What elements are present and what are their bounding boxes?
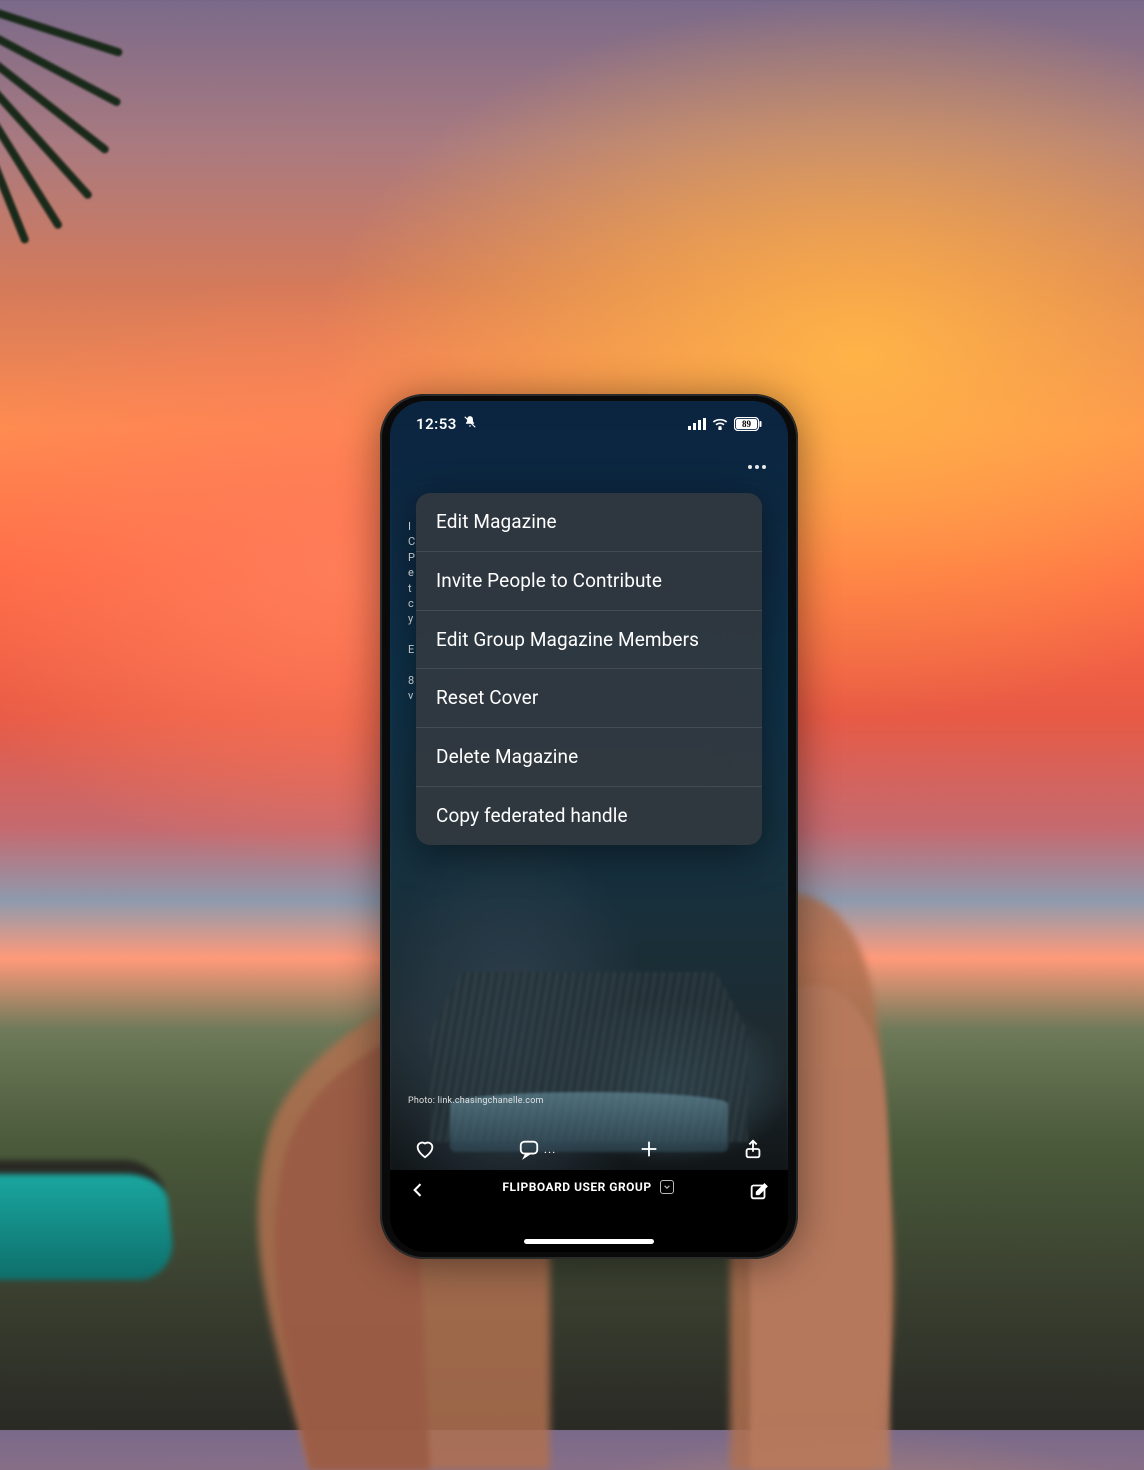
back-icon (408, 1180, 428, 1200)
home-indicator[interactable] (524, 1239, 654, 1244)
like-button[interactable] (414, 1138, 436, 1160)
add-button[interactable] (638, 1138, 660, 1160)
comment-ellipsis: ... (544, 1142, 557, 1156)
status-time: 12:53 (416, 415, 457, 433)
more-horizontal-icon[interactable] (742, 459, 772, 475)
chevron-down-icon (660, 1180, 674, 1194)
app-header (390, 453, 788, 481)
compose-icon (748, 1180, 770, 1202)
bell-slash-icon (463, 415, 477, 433)
comment-icon (518, 1138, 540, 1160)
share-button[interactable] (742, 1138, 764, 1160)
phone-device-frame: I C P e t c y E 8 v 12:53 (380, 394, 798, 1259)
magazine-title-dropdown[interactable]: FLIPBOARD USER GROUP (502, 1180, 673, 1194)
photo-credit: Photo: link.chasingchanelle.com (408, 1096, 544, 1106)
menu-item-reset-cover[interactable]: Reset Cover (416, 669, 762, 728)
share-icon (742, 1138, 764, 1160)
battery-percent-text: 89 (742, 419, 752, 429)
battery-icon: 89 (734, 417, 762, 431)
menu-item-copy-federated-handle[interactable]: Copy federated handle (416, 787, 762, 845)
boat (0, 1160, 176, 1280)
back-button[interactable] (408, 1180, 428, 1204)
cellular-icon (688, 418, 706, 430)
context-menu: Edit Magazine Invite People to Contribut… (416, 493, 762, 845)
action-bar: ... (390, 1124, 788, 1174)
menu-item-edit-magazine[interactable]: Edit Magazine (416, 493, 762, 552)
bottom-bar-title: FLIPBOARD USER GROUP (502, 1180, 651, 1194)
menu-item-invite-people[interactable]: Invite People to Contribute (416, 552, 762, 611)
plus-icon (638, 1138, 660, 1160)
palm-fronds (0, 0, 200, 220)
comment-button[interactable]: ... (518, 1138, 557, 1160)
menu-item-delete-magazine[interactable]: Delete Magazine (416, 728, 762, 787)
phone-screen: I C P e t c y E 8 v 12:53 (390, 401, 788, 1252)
compose-button[interactable] (748, 1180, 770, 1206)
status-bar: 12:53 89 (390, 401, 788, 447)
wifi-icon (712, 418, 728, 430)
menu-item-edit-group-members[interactable]: Edit Group Magazine Members (416, 611, 762, 670)
heart-icon (414, 1138, 436, 1160)
